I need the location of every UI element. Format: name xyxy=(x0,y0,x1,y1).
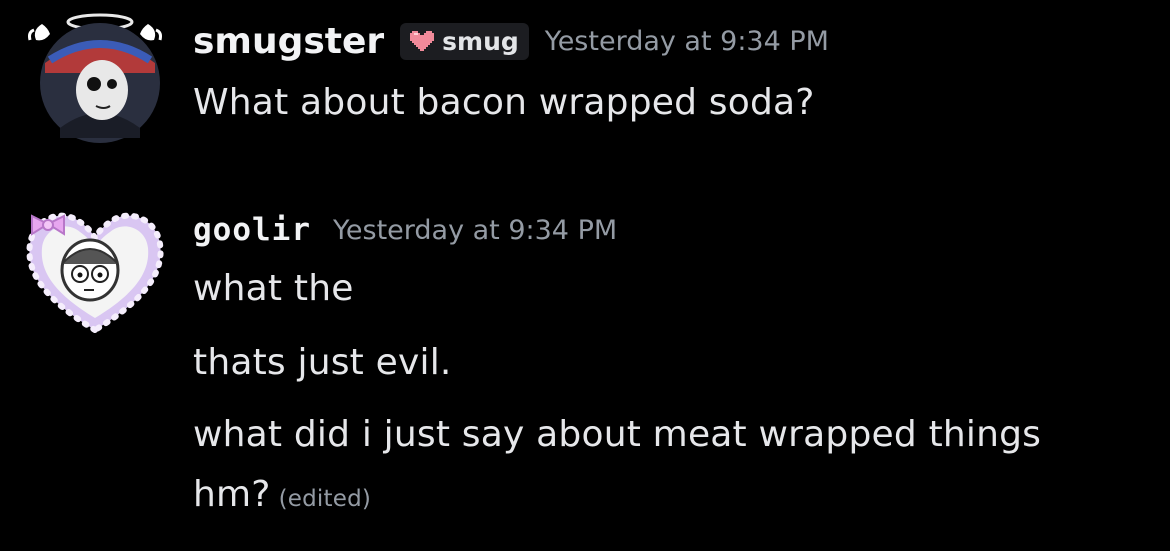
avatar-goolir-icon xyxy=(26,212,164,334)
user-tag[interactable]: smug xyxy=(400,22,529,60)
avatar-smugster-icon xyxy=(28,13,162,143)
edited-label[interactable]: (edited) xyxy=(279,486,371,512)
message-header: goolir Yesterday at 9:34 PM xyxy=(193,206,617,254)
message-line: hm? xyxy=(193,474,271,515)
user-avatar-goolir[interactable] xyxy=(22,198,168,338)
username-goolir[interactable]: goolir xyxy=(193,212,311,248)
user-tag-label: smug xyxy=(442,26,519,56)
message-line: what the xyxy=(193,268,354,309)
message-header: smugster smug Yesterday at 9:34 PM xyxy=(193,14,829,68)
message-timestamp[interactable]: Yesterday at 9:34 PM xyxy=(333,215,617,246)
message-text: What about bacon wrapped soda? xyxy=(193,82,815,123)
user-avatar-smugster[interactable] xyxy=(20,8,170,143)
username-smugster[interactable]: smugster xyxy=(193,21,384,62)
message-line: thats just evil. xyxy=(193,342,452,383)
message-line-edited: hm? (edited) xyxy=(193,474,371,515)
pixel-heart-icon xyxy=(410,31,435,51)
message-timestamp[interactable]: Yesterday at 9:34 PM xyxy=(545,26,829,57)
message-line: what did i just say about meat wrapped t… xyxy=(193,414,1042,455)
